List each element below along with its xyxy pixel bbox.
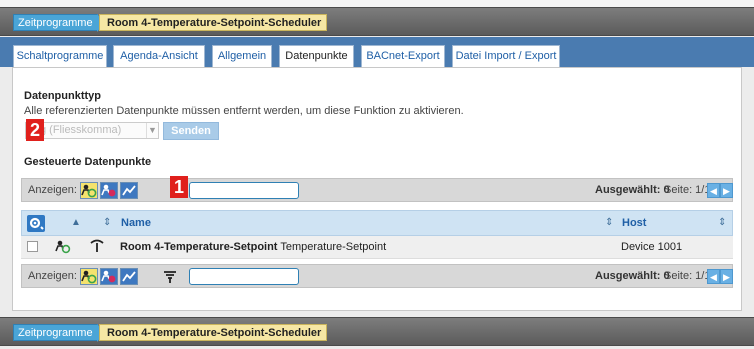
tab-datenpunkte[interactable]: Datenpunkte [279,45,354,67]
selection-count-top: Ausgewählt: 0 [595,184,670,196]
chevron-down-icon: ▼ [146,123,158,138]
datapoint-type-value: g (Fliesskomma) [40,124,122,136]
show-label: Anzeigen: [28,184,77,196]
toolbar-top: Anzeigen: 1 Ausgewählt: 0 Seite: 1/1 ◀ ▶ [21,176,733,202]
page-info-top: Seite: 1/1 [664,184,711,196]
send-button[interactable]: Senden [163,122,219,140]
person-check-icon [55,240,71,254]
breadcrumb-bar-top: Zeitprogramme Room 4-Temperature-Setpoin… [0,7,754,36]
row-name-rest: Temperature-Setpoint [280,241,387,253]
content-panel: Datenpunkttyp Alle referenzierten Datenp… [12,67,742,311]
person-check-icon [81,184,97,198]
sort-toggle-icon[interactable]: ⇕ [605,217,613,228]
breadcrumb-root[interactable]: Zeitprogramme [13,324,105,342]
filter-active-button[interactable] [80,182,98,199]
row-type-icon [55,239,71,257]
show-label: Anzeigen: [28,270,77,282]
selection-count-bottom: Ausgewählt: 0 [595,270,670,282]
trend-icon [122,271,136,282]
prev-page-button[interactable]: ◀ [707,183,720,198]
filter-blocked-button[interactable] [100,182,118,199]
person-blocked-icon [101,270,116,283]
selected-count: Ausgewählt: 0 [595,184,670,196]
next-page-button[interactable]: ▶ [720,183,733,198]
tab-agenda-ansicht[interactable]: Agenda-Ansicht [113,45,205,67]
table-header: ▲ ⇕ Name ⇕ Host ⇕ [21,210,733,236]
tab-datei-import-export[interactable]: Datei Import / Export [452,45,560,67]
tab-bacnet-export[interactable]: BACnet-Export [361,45,445,67]
filter-trend-button[interactable] [120,182,138,199]
sort-toggle-icon[interactable]: ⇕ [103,217,111,228]
row-host: Device 1001 [621,241,683,253]
breadcrumb-root[interactable]: Zeitprogramme [13,14,105,32]
marker-1: 1 [170,176,188,198]
row-name[interactable]: Room 4-Temperature-Setpoint Temperature-… [120,241,386,253]
tab-bar: Schaltprogramme Agenda-Ansicht Allgemein… [0,37,754,67]
breadcrumb-current[interactable]: Room 4-Temperature-Setpoint-Scheduler [99,324,328,341]
datapoint-type-heading: Datenpunkttyp [24,90,101,102]
page-info-bottom: Seite: 1/1 [664,270,711,282]
person-check-icon [81,270,97,284]
datapoint-type-select[interactable]: g (Fliesskomma) ▼ [25,122,159,139]
sort-toggle-icon[interactable]: ⇕ [718,217,726,228]
tab-allgemein[interactable]: Allgemein [212,45,272,67]
filter-blocked-button[interactable] [100,268,118,285]
tab-schaltprogramme[interactable]: Schaltprogramme [13,45,107,67]
toolbar-bottom: Anzeigen: Ausgewählt: 0 Seite: 1/1 ◀ ▶ [21,264,733,288]
prev-page-button[interactable]: ◀ [707,269,720,284]
person-blocked-icon [101,184,116,197]
top-strip [0,0,754,7]
row-name-bold: Room 4-Temperature-Setpoint [120,241,278,253]
controlled-datapoints-heading: Gesteuerte Datenpunkte [24,156,152,168]
filter-trend-button[interactable] [120,268,138,285]
search-input-bottom[interactable] [189,268,299,285]
datapoint-type-hint: Alle referenzierten Datenpunkte müssen e… [24,105,464,117]
funnel-icon [164,271,176,283]
next-page-button[interactable]: ▶ [720,269,733,284]
column-host[interactable]: Host [622,217,646,229]
selected-count: Ausgewählt: 0 [595,270,670,282]
marker-2: 2 [26,119,44,141]
filter-active-button[interactable] [80,268,98,285]
antenna-icon [90,239,104,252]
search-input-top[interactable] [189,182,299,199]
column-name[interactable]: Name [121,217,151,229]
funnel-icon[interactable] [162,269,178,287]
breadcrumb-bar-bottom: Zeitprogramme Room 4-Temperature-Setpoin… [0,317,754,346]
table-row[interactable]: Room 4-Temperature-Setpoint Temperature-… [21,236,733,259]
trend-icon [122,185,136,196]
sort-up-icon[interactable]: ▲ [71,217,81,228]
column-settings-button[interactable] [27,215,45,232]
gear-icon [29,217,44,230]
row-link-icon [89,239,105,257]
breadcrumb-current[interactable]: Room 4-Temperature-Setpoint-Scheduler [99,14,328,31]
row-checkbox[interactable] [27,241,38,252]
